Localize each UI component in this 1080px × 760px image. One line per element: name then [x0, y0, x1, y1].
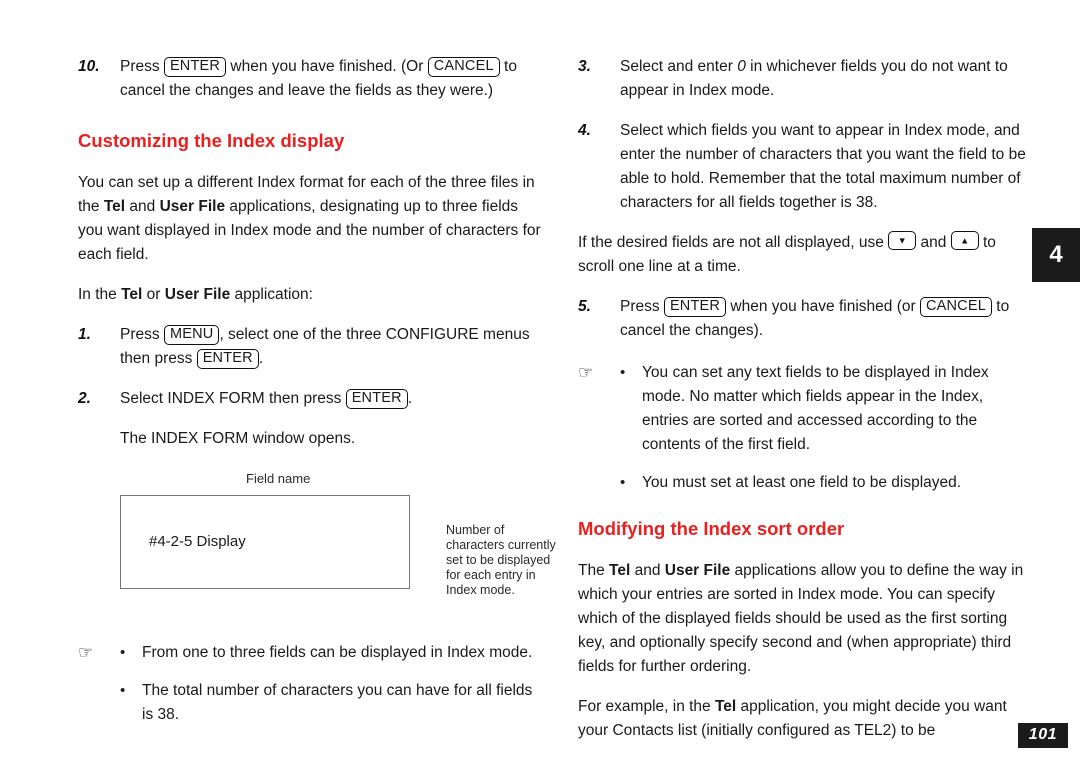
step-number: 4. [578, 122, 591, 139]
pointing-hand-icon: ☞ [578, 363, 594, 382]
up-arrow-glyph: ▲ [960, 235, 970, 245]
cancel-key[interactable]: CANCEL [919, 297, 992, 317]
bullet-dot: • [620, 474, 626, 491]
example-text-a: For example, in the [578, 698, 715, 715]
down-arrow-glyph: ▼ [897, 235, 907, 245]
enter-key[interactable]: ENTER [196, 349, 259, 369]
step-4: 4. Select which fields you want to appea… [578, 119, 1028, 215]
index-form-figure: Field name #4-2-5 Display Number of char… [78, 471, 556, 623]
enter-key[interactable]: ENTER [663, 297, 727, 317]
step-5: 5. Press ENTER when you have finished (o… [578, 295, 1028, 343]
step-2: 2. Select INDEX FORM then press ENTER. [78, 387, 546, 411]
scroll-down-key-icon[interactable]: ▼ [888, 231, 917, 250]
right-notes-block: ☞ • You can set any text fields to be di… [578, 361, 1028, 495]
step-text: Press ENTER when you have finished. (Or … [120, 55, 546, 103]
list-item: • From one to three fields can be displa… [120, 641, 546, 665]
step-10: 10. Press ENTER when you have finished. … [78, 55, 546, 103]
sort-bold-tel: Tel [609, 562, 631, 579]
intro-text-b: and [125, 198, 160, 215]
scroll-text-b: and [916, 234, 951, 251]
app-line-text-a: In the [78, 286, 122, 303]
list-item: • You must set at least one field to be … [620, 471, 1028, 495]
step-number: 2. [78, 390, 91, 407]
step-text: Press ENTER when you have finished (or C… [620, 295, 1028, 343]
step-5-text-b: when you have finished (or [726, 298, 920, 315]
app-line-text-b: or [142, 286, 165, 303]
left-column: 10. Press ENTER when you have finished. … [78, 55, 556, 741]
step-2-text-a: Select INDEX FORM then press [120, 390, 346, 407]
chapter-tab: 4 [1032, 228, 1080, 282]
bullet-dot: • [120, 682, 126, 699]
manual-page: 10. Press ENTER when you have finished. … [0, 0, 1080, 760]
sort-text-b: and [630, 562, 665, 579]
intro-bold-tel: Tel [103, 198, 126, 215]
app-line-bold-user-file: User File [164, 286, 231, 303]
app-line-bold-tel: Tel [121, 286, 143, 303]
step-number: 10. [78, 58, 100, 75]
step-3: 3. Select and enter 0 in whichever field… [578, 55, 1028, 103]
scroll-instruction-paragraph: If the desired fields are not all displa… [578, 231, 1028, 279]
sort-order-paragraph: The Tel and User File applications allow… [578, 559, 1028, 679]
note-text: The total number of characters you can h… [142, 682, 533, 723]
scroll-text-a: If the desired fields are not all displa… [578, 234, 889, 251]
intro-bold-user-file: User File [159, 198, 226, 215]
intro-paragraph: You can set up a different Index format … [78, 171, 546, 267]
page-number: 101 [1017, 723, 1068, 748]
step-text: Press MENU, select one of the three CONF… [120, 323, 546, 371]
note-text: From one to three fields can be displaye… [142, 644, 533, 661]
sort-text-a: The [578, 562, 610, 579]
step-1-text-a: Press [120, 326, 164, 343]
enter-key[interactable]: ENTER [345, 389, 408, 409]
screen-field-value: #4-2-5 Display [149, 533, 246, 550]
scroll-up-key-icon[interactable]: ▲ [950, 231, 979, 250]
step-text: Select INDEX FORM then press ENTER. [120, 387, 546, 411]
step-10-text-b: when you have finished. (Or [226, 58, 428, 75]
step-1: 1. Press MENU, select one of the three C… [78, 323, 546, 371]
note-text: You must set at least one field to be di… [642, 474, 962, 491]
heading-customizing-index-display: Customizing the Index display [78, 130, 345, 151]
step-3-italic-zero: 0 [737, 58, 746, 75]
left-notes-block: ☞ • From one to three fields can be disp… [78, 641, 546, 727]
heading-modifying-index-sort-order: Modifying the Index sort order [578, 518, 845, 539]
example-bold-tel: Tel [714, 698, 737, 715]
step-10-text-a: Press [120, 58, 164, 75]
enter-key[interactable]: ENTER [163, 57, 227, 77]
list-item: • The total number of characters you can… [120, 679, 546, 727]
example-paragraph: For example, in the Tel application, you… [578, 695, 1028, 743]
step-3-text-a: Select and enter [620, 58, 738, 75]
menu-key[interactable]: MENU [163, 325, 220, 345]
step-text: Select which fields you want to appear i… [620, 122, 1026, 211]
cancel-key[interactable]: CANCEL [427, 57, 500, 77]
step-number: 3. [578, 58, 591, 75]
step-2-text-b: . [407, 390, 413, 407]
pointing-hand-icon: ☞ [78, 643, 94, 662]
sort-bold-user-file: User File [664, 562, 731, 579]
step-1-text-c: . [258, 350, 264, 367]
step-2-note: The INDEX FORM window opens. [120, 430, 356, 447]
note-text: You can set any text fields to be displa… [642, 364, 989, 453]
bullet-dot: • [120, 644, 126, 661]
right-column: 3. Select and enter 0 in whichever field… [578, 55, 1028, 759]
field-name-label: Field name [246, 471, 311, 486]
step-5-text-a: Press [620, 298, 664, 315]
step-number: 5. [578, 298, 591, 315]
application-line: In the Tel or User File application: [78, 283, 546, 307]
bullet-dot: • [620, 364, 626, 381]
step-number: 1. [78, 326, 91, 343]
index-form-screen-box: #4-2-5 Display [120, 495, 410, 589]
step-text: Select and enter 0 in whichever fields y… [620, 55, 1028, 103]
character-count-caption: Number of characters currently set to be… [446, 523, 556, 597]
app-line-text-c: application: [230, 286, 313, 303]
list-item: • You can set any text fields to be disp… [620, 361, 1028, 457]
